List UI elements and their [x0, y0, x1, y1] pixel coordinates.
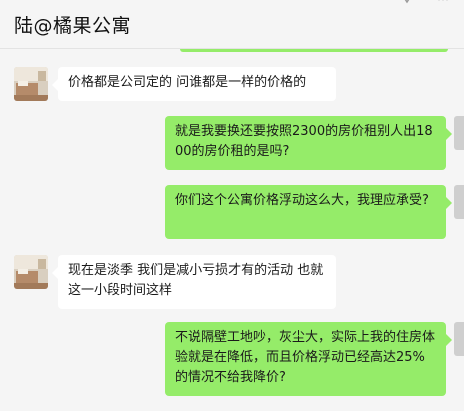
- self-avatar[interactable]: [454, 116, 464, 150]
- contact-avatar[interactable]: [14, 67, 48, 101]
- room-photo-icon: [14, 255, 48, 289]
- pin-icon[interactable]: [400, 0, 414, 8]
- self-avatar[interactable]: [454, 322, 464, 356]
- message-bubble[interactable]: 你们这个公寓价格浮动这么大，我理应承受?: [165, 185, 452, 239]
- message-list[interactable]: 价格都是公司定的 问谁都是一样的价格的 就是我要换还要按照2300的房价租别人出…: [0, 49, 464, 411]
- room-photo-icon: [14, 67, 48, 101]
- message-text: 不说隔壁工地吵，灰尘大，实际上我的住房体验就是在降低，而且价格浮动已经高达25%…: [175, 330, 436, 385]
- contact-avatar[interactable]: [14, 255, 48, 289]
- message-bubble[interactable]: 就是我要换还要按照2300的房价租别人出1800的房价租的是吗?: [165, 116, 452, 170]
- message-text: 你们这个公寓价格浮动这么大，我理应承受?: [175, 193, 429, 208]
- self-avatar[interactable]: [454, 185, 464, 219]
- message-bubble[interactable]: 现在是淡季 我们是减小亏损才有的活动 也就这一小段时间这样: [52, 255, 336, 309]
- more-icon[interactable]: [436, 0, 450, 8]
- previous-message-bubble: [180, 49, 448, 52]
- chat-title: 陆@橘果公寓: [14, 15, 132, 37]
- message-text: 现在是淡季 我们是减小亏损才有的活动 也就这一小段时间这样: [68, 263, 324, 298]
- message-text: 价格都是公司定的 问谁都是一样的价格的: [68, 75, 307, 90]
- chat-header: 陆@橘果公寓: [0, 0, 464, 49]
- message-bubble[interactable]: 不说隔壁工地吵，灰尘大，实际上我的住房体验就是在降低，而且价格浮动已经高达25%…: [165, 322, 452, 396]
- message-text: 就是我要换还要按照2300的房价租别人出1800的房价租的是吗?: [175, 124, 433, 159]
- message-bubble[interactable]: 价格都是公司定的 问谁都是一样的价格的: [52, 67, 336, 101]
